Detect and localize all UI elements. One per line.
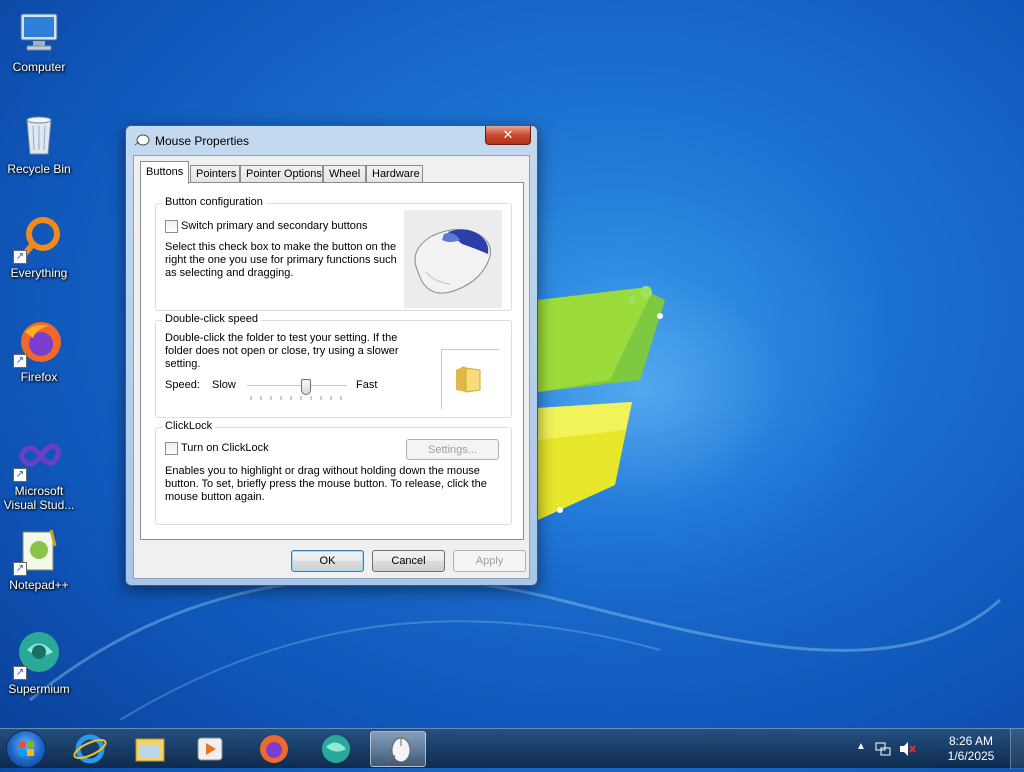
tab-hardware[interactable]: Hardware (366, 165, 423, 183)
clicklock-settings-button[interactable]: Settings... (406, 439, 499, 460)
switch-buttons-label[interactable]: Switch primary and secondary buttons (181, 220, 367, 232)
slider-track (247, 385, 347, 387)
taskbar-clock[interactable]: 8:26 AM 1/6/2025 (942, 734, 1000, 764)
desktop-icon-label: Notepad++ (9, 578, 69, 592)
taskbar-file-explorer[interactable] (122, 731, 178, 767)
shortcut-arrow-icon: ↗ (13, 354, 27, 368)
volume-muted-icon[interactable] (898, 740, 916, 758)
supermium-icon (322, 735, 350, 763)
desktop-icon-label: Recycle Bin (7, 162, 71, 176)
clock-date: 1/6/2025 (947, 749, 995, 763)
visual-studio-icon: ↗ (13, 432, 63, 482)
cancel-button[interactable]: Cancel (372, 550, 445, 572)
group-legend: Button configuration (162, 196, 266, 208)
buttons-tab-page: Button configuration Switch primary and … (140, 182, 524, 540)
shortcut-arrow-icon: ↗ (13, 250, 27, 264)
dialog-client-area: Buttons Pointers Pointer Options Wheel H… (133, 155, 530, 579)
ok-button[interactable]: OK (291, 550, 364, 572)
tab-buttons[interactable]: Buttons (140, 161, 189, 184)
fast-label: Fast (356, 379, 378, 391)
network-icon[interactable] (874, 740, 892, 758)
mouse-app-icon (134, 133, 150, 150)
clicklock-label[interactable]: Turn on ClickLock (181, 442, 269, 454)
desktop-icon-label: Everything (10, 266, 68, 280)
speed-label: Speed: (165, 379, 200, 391)
mouse-properties-window: Mouse Properties ✕ Buttons Pointers Poin… (125, 125, 538, 586)
desktop-icon-recycle-bin[interactable]: Recycle Bin (0, 110, 78, 176)
test-folder-area[interactable] (441, 349, 499, 409)
speed-slider[interactable] (247, 379, 349, 403)
firefox-icon: ↗ (13, 318, 63, 368)
taskbar-media-player[interactable] (182, 731, 238, 767)
mouse-illustration (404, 210, 502, 308)
group-legend: Double-click speed (162, 313, 261, 325)
mouse-properties-icon (384, 737, 411, 763)
notepadpp-icon: ↗ (13, 526, 63, 576)
clock-time: 8:26 AM (948, 734, 994, 748)
double-click-speed-group: Double-click speed Double-click the fold… (155, 313, 512, 418)
slider-ticks (250, 396, 342, 400)
media-player-icon (197, 737, 223, 761)
windows-logo-icon (19, 741, 34, 756)
taskbar-supermium[interactable] (308, 731, 364, 767)
switch-buttons-checkbox[interactable] (165, 220, 178, 233)
recycle-bin-icon (15, 110, 63, 158)
desktop-icon-computer[interactable]: Computer (0, 8, 78, 74)
desktop-icon-label: Supermium (8, 682, 70, 696)
supermium-icon: ↗ (13, 630, 63, 680)
shortcut-arrow-icon: ↗ (13, 666, 27, 680)
shortcut-arrow-icon: ↗ (13, 562, 27, 576)
shortcut-arrow-icon: ↗ (13, 468, 27, 482)
internet-explorer-icon (73, 734, 107, 764)
slider-thumb[interactable] (301, 379, 311, 395)
tab-pointers[interactable]: Pointers (190, 165, 240, 183)
button-configuration-group: Button configuration Switch primary and … (155, 196, 512, 311)
folder-icon (456, 366, 481, 393)
group-legend: ClickLock (162, 420, 216, 432)
desktop-icon-label: Firefox (20, 370, 58, 384)
taskbar-mouse-properties[interactable] (370, 731, 426, 767)
clicklock-checkbox[interactable] (165, 442, 178, 455)
everything-icon: ↗ (13, 214, 63, 264)
desktop-icon-everything[interactable]: ↗ Everything (0, 214, 78, 280)
computer-icon (15, 8, 63, 56)
taskbar-internet-explorer[interactable] (62, 731, 118, 767)
desktop-icon-supermium[interactable]: ↗ Supermium (0, 630, 78, 696)
desktop-icon-firefox[interactable]: ↗ Firefox (0, 318, 78, 384)
desktop-icon-notepadpp[interactable]: ↗ Notepad++ (0, 526, 78, 592)
show-desktop-button[interactable] (1010, 729, 1024, 769)
window-title: Mouse Properties (155, 134, 250, 148)
apply-button[interactable]: Apply (453, 550, 526, 572)
slow-label: Slow (212, 379, 236, 391)
tab-pointer-options[interactable]: Pointer Options (240, 165, 323, 183)
system-tray: ▲ 8:26 AM 1/6/2025 (854, 729, 1024, 769)
close-button[interactable]: ✕ (485, 126, 531, 145)
mouse-image-icon (414, 229, 491, 294)
file-explorer-icon (135, 738, 165, 762)
tab-wheel[interactable]: Wheel (323, 165, 366, 183)
start-button[interactable] (6, 730, 46, 768)
clicklock-group: ClickLock Turn on ClickLock Settings... … (155, 420, 512, 525)
desktop-icon-label: Microsoft Visual Stud... (3, 484, 75, 512)
title-bar[interactable]: Mouse Properties ✕ (126, 126, 537, 154)
double-click-description: Double-click the folder to test your set… (165, 332, 399, 370)
taskbar: ▲ 8:26 AM 1/6/2025 (0, 728, 1024, 769)
show-hidden-icons-chevron-up-icon[interactable]: ▲ (856, 741, 866, 752)
firefox-icon (260, 735, 288, 763)
button-config-description: Select this check box to make the button… (165, 241, 397, 279)
clicklock-description: Enables you to highlight or drag without… (165, 465, 487, 503)
desktop-icon-visual-studio[interactable]: ↗ Microsoft Visual Stud... (0, 432, 78, 512)
taskbar-firefox[interactable] (246, 731, 302, 767)
desktop-icon-label: Computer (12, 60, 66, 74)
